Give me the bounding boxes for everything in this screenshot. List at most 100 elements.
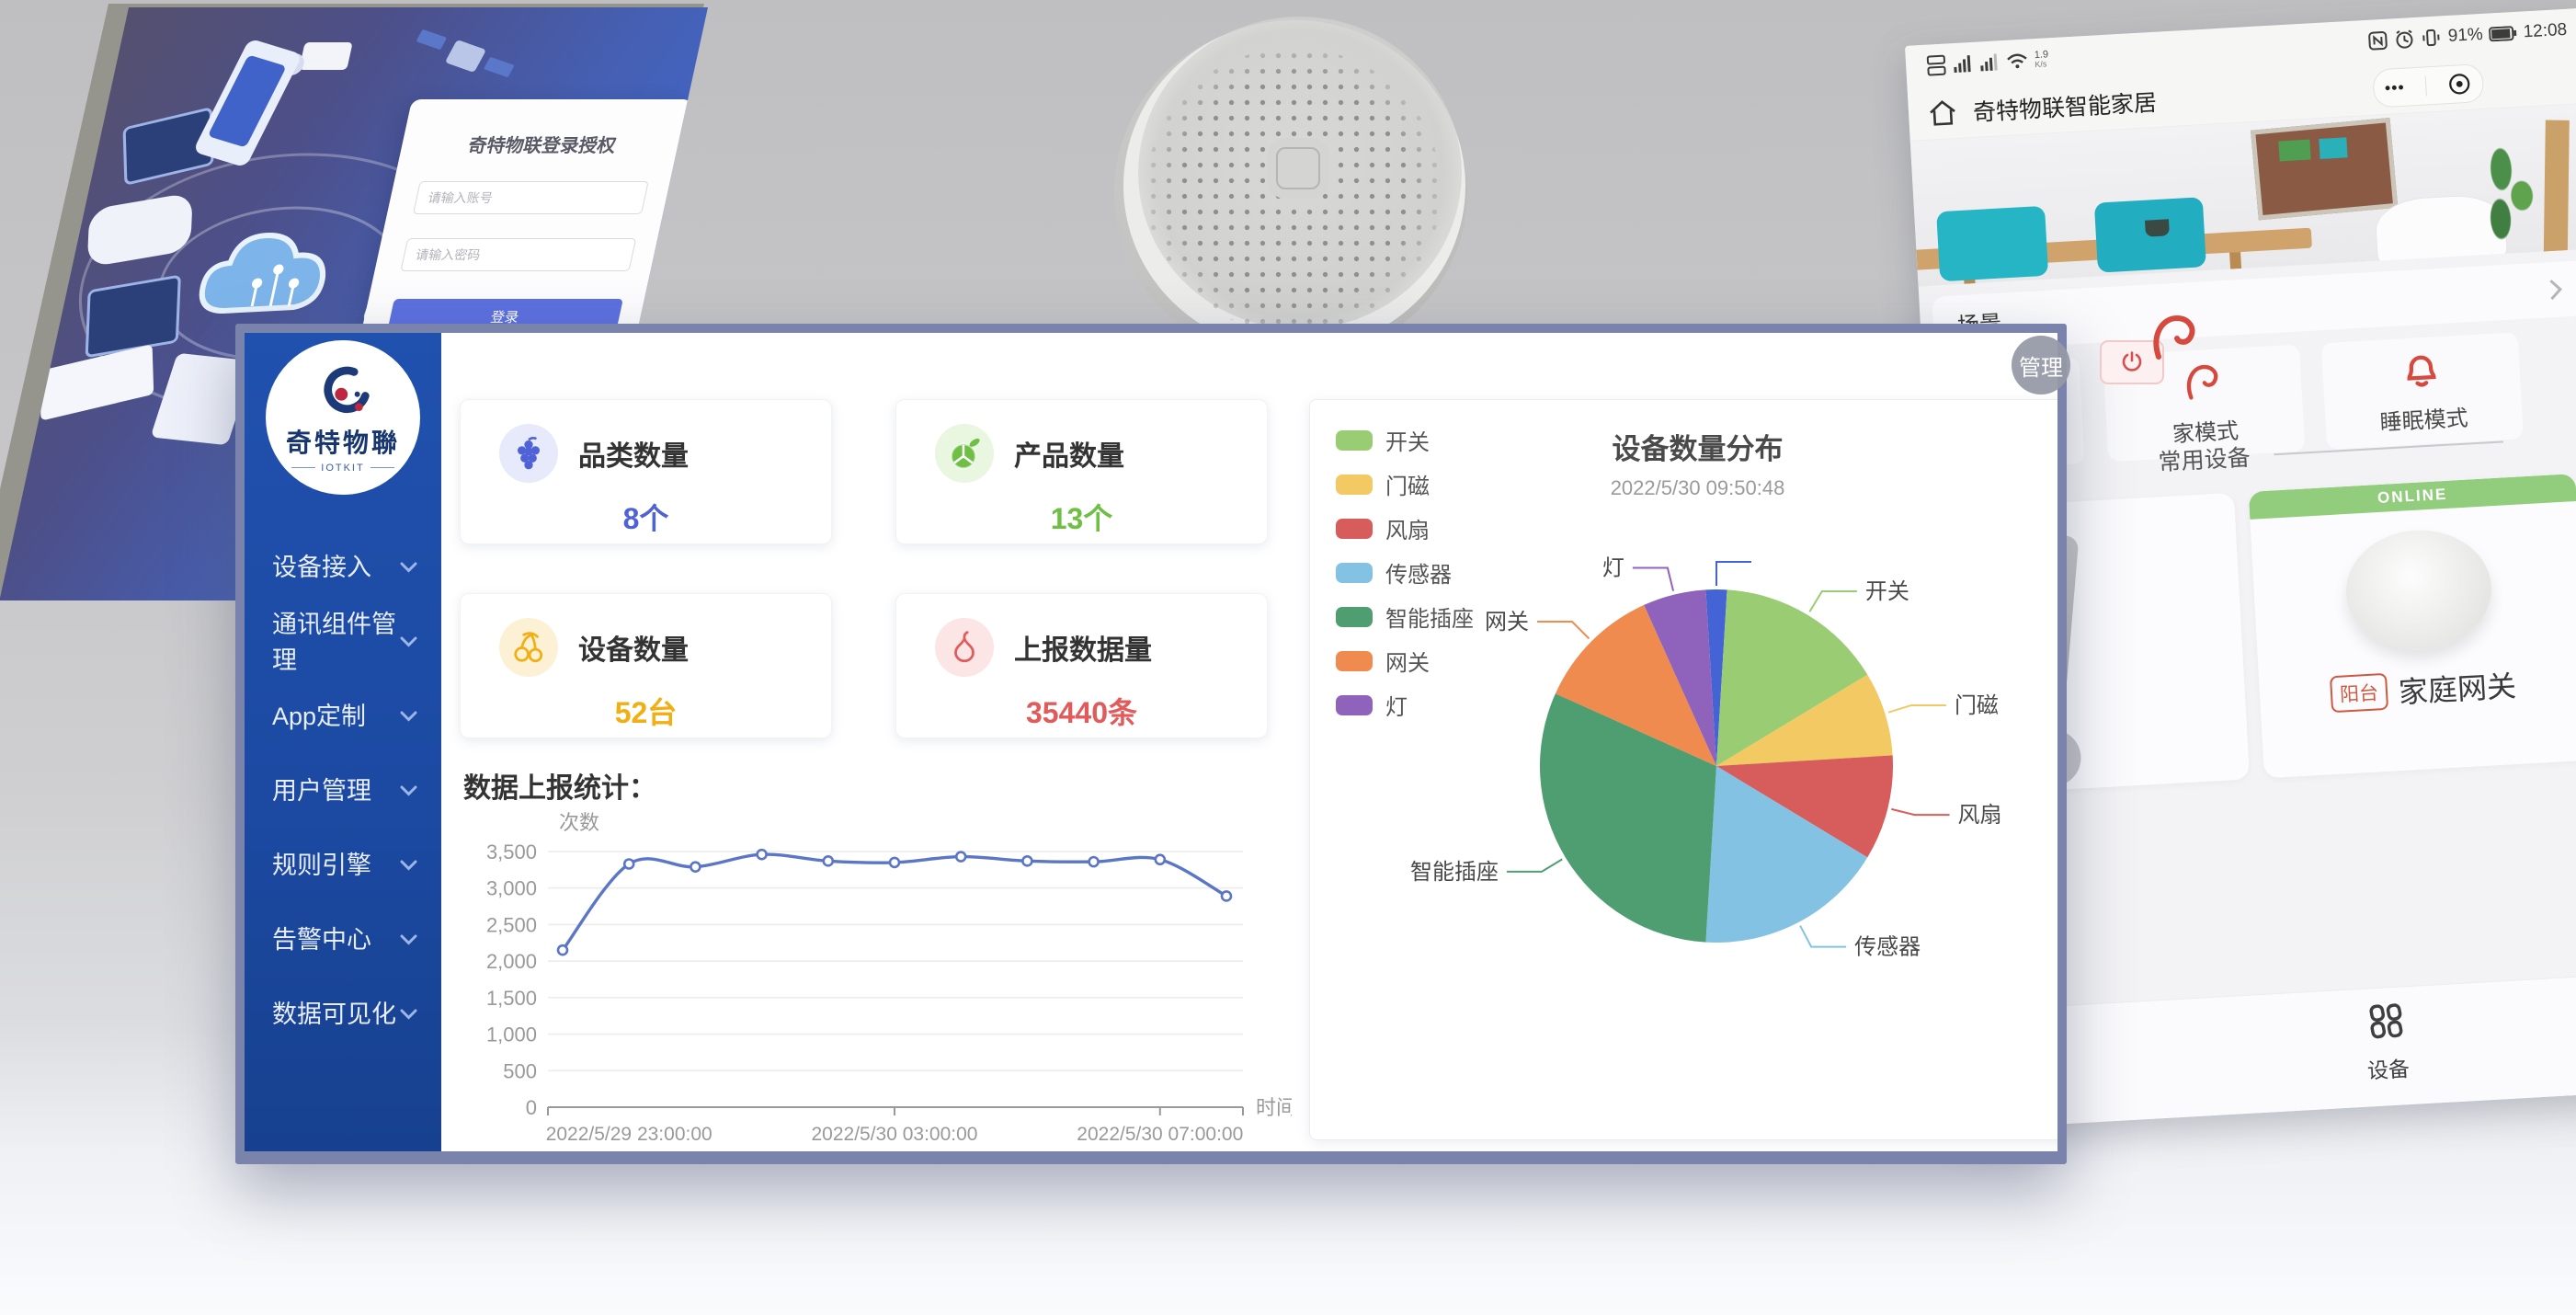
stat-card: 上报数据量 35440条 — [895, 593, 1268, 738]
chevron-down-icon — [400, 923, 417, 952]
battery-percent: 91% — [2447, 25, 2483, 47]
exit-target-icon[interactable] — [2447, 71, 2472, 96]
sidebar-item-label: 数据可见化 — [272, 994, 396, 1030]
sidebar-item[interactable]: 规则引擎 — [245, 826, 441, 900]
stat-value: 52台 — [461, 690, 831, 732]
device-distribution-pie: 开关门磁风扇传感器 智能插座 网关 灯 — [1310, 400, 2057, 1141]
sidebar-item-label: 规则引擎 — [272, 845, 371, 881]
stat-value: 13个 — [896, 496, 1267, 538]
admin-dashboard: 奇特物聯 IOTKIT 设备接入通讯组件管理App定制用户管理规则引擎告警中心数… — [235, 324, 2067, 1164]
gateway-device-image — [2342, 526, 2494, 654]
signal2-icon — [1979, 52, 2000, 72]
online-badge: ONLINE — [2249, 474, 2576, 520]
speaker-grille — [1146, 48, 1442, 333]
cup — [2145, 219, 2170, 236]
stat-title: 品类数量 — [578, 433, 689, 474]
username-input[interactable] — [413, 181, 649, 214]
device-card-gateway[interactable]: ONLINE 阳台 家庭网关 — [2249, 474, 2576, 778]
net-speed: 1.9K/s — [2035, 50, 2049, 69]
chevron-right-icon — [2548, 277, 2563, 302]
battery-icon — [2489, 26, 2517, 42]
chevron-down-icon — [400, 625, 417, 654]
login-title: 奇特物联登录授权 — [425, 131, 659, 157]
svg-text:门磁: 门磁 — [1955, 693, 1999, 718]
chevron-down-icon — [400, 551, 417, 579]
nav-label: 设备 — [2366, 1051, 2411, 1085]
speaker-logo — [1276, 147, 1320, 189]
sidebar-item[interactable]: 用户管理 — [245, 751, 441, 826]
svg-text:开关: 开关 — [1865, 579, 1909, 604]
chevron-down-icon — [400, 998, 417, 1026]
nav-item-devices[interactable]: 设备 — [2364, 1000, 2411, 1084]
sidebar-item[interactable]: 数据可见化 — [245, 975, 441, 1049]
svg-text:2022/5/30 03:00:00: 2022/5/30 03:00:00 — [811, 1124, 977, 1145]
signal-icon — [1953, 54, 1974, 74]
sidebar-item-label: 用户管理 — [272, 771, 371, 806]
home-icon[interactable] — [1926, 97, 1959, 128]
miniprogram-capsule[interactable]: ••• — [2372, 63, 2484, 108]
chevron-down-icon — [400, 774, 417, 803]
svg-text:1,000: 1,000 — [486, 1023, 537, 1046]
sidebar-item-label: 设备接入 — [272, 547, 371, 583]
svg-text:传感器: 传感器 — [1854, 935, 1921, 960]
nfc-icon — [2367, 30, 2388, 51]
wall-art-detail — [2319, 137, 2347, 159]
cherries-icon — [499, 618, 558, 677]
stat-value: 35440条 — [896, 690, 1267, 732]
sidebar: 奇特物聯 IOTKIT 设备接入通讯组件管理App定制用户管理规则引擎告警中心数… — [245, 333, 441, 1151]
svg-text:0: 0 — [526, 1096, 537, 1119]
stat-card: 品类数量 8个 — [460, 399, 832, 544]
svg-text:3,500: 3,500 — [486, 840, 537, 863]
svg-text:时间: 时间 — [1256, 1096, 1292, 1119]
grid-icon — [2365, 1000, 2407, 1046]
sidebar-item-label: 告警中心 — [272, 920, 371, 955]
trellis — [2544, 120, 2570, 258]
sim-badge-icon — [1926, 54, 1947, 77]
lime-icon — [935, 424, 994, 483]
promo-composite: 奇特物联登录授权 登录 1.9K/s 91% — [0, 0, 2576, 1315]
stat-title: 产品数量 — [1014, 433, 1124, 474]
satellite-icon — [408, 29, 522, 78]
sidebar-item[interactable]: App定制 — [245, 677, 441, 751]
vibrate-icon — [2421, 27, 2442, 48]
wifi-icon — [2006, 51, 2029, 71]
data-report-line-chart: 次数05001,0001,5002,0002,5003,0003,5002022… — [460, 811, 1292, 1151]
manage-badge[interactable]: 管理 — [2012, 336, 2070, 394]
cloud-icon — [198, 235, 332, 311]
svg-text:2,000: 2,000 — [486, 950, 537, 973]
sidebar-item[interactable]: 设备接入 — [245, 528, 441, 602]
login-card: 奇特物联登录授权 登录 — [358, 99, 692, 349]
svg-text:灯: 灯 — [1602, 555, 1624, 580]
app-title: 奇特物联智能家居 — [1972, 84, 2158, 127]
divider — [2274, 440, 2503, 455]
ear-icon — [2181, 359, 2226, 409]
chevron-down-icon — [400, 700, 417, 728]
home-mode-icon-peek — [2149, 313, 2201, 360]
svg-text:次数: 次数 — [559, 811, 599, 834]
sidebar-item[interactable]: 告警中心 — [245, 900, 441, 975]
more-icon[interactable]: ••• — [2384, 68, 2406, 106]
chevron-down-icon — [400, 849, 417, 877]
teal-chair — [1936, 206, 2048, 281]
room-tag: 阳台 — [2330, 673, 2388, 713]
svg-text:500: 500 — [503, 1059, 537, 1082]
stat-card: 产品数量 13个 — [895, 399, 1268, 544]
svg-text:1,500: 1,500 — [486, 987, 537, 1010]
wall-art-detail — [2278, 140, 2310, 162]
password-input[interactable] — [400, 238, 636, 271]
line-section-title: 数据上报统计： — [463, 765, 656, 806]
stat-title: 设备数量 — [578, 627, 689, 668]
stat-value: 8个 — [461, 496, 831, 538]
stat-card: 设备数量 52台 — [460, 593, 832, 738]
svg-text:风扇: 风扇 — [1958, 803, 2002, 828]
svg-text:智能插座: 智能插座 — [1410, 860, 1499, 885]
stat-title: 上报数据量 — [1014, 627, 1152, 668]
grapes-icon — [499, 424, 558, 483]
clock-time: 12:08 — [2523, 20, 2568, 43]
power-icon — [2120, 350, 2144, 374]
svg-text:3,000: 3,000 — [486, 877, 537, 900]
dashboard-content: 品类数量8个产品数量13个设备数量52台上报数据量35440条 数据上报统计： … — [441, 333, 2057, 1151]
sidebar-item[interactable]: 通讯组件管理 — [245, 602, 441, 677]
bell-icon — [2399, 347, 2444, 397]
svg-text:网关: 网关 — [1485, 610, 1529, 635]
